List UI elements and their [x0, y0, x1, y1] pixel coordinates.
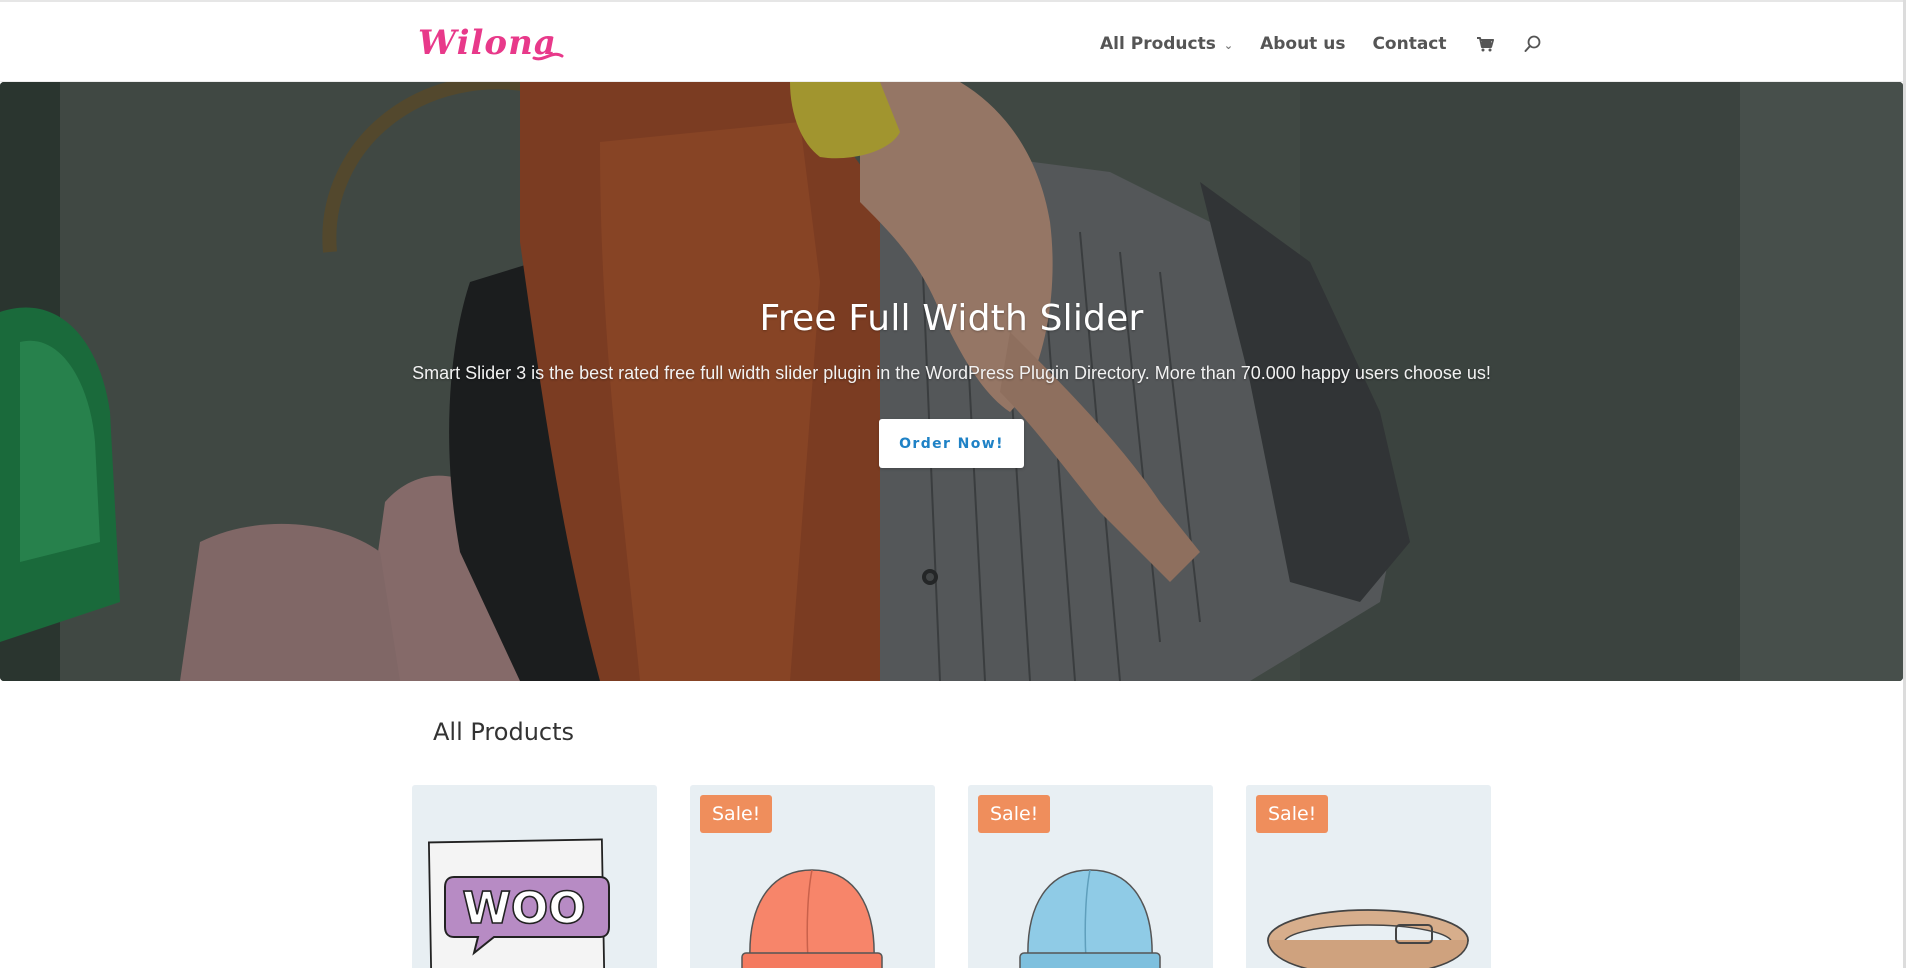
product-card-woo[interactable]: WOO — [412, 785, 657, 968]
hero-title: Free Full Width Slider — [759, 298, 1144, 339]
hero-slider[interactable]: Free Full Width Slider Smart Slider 3 is… — [0, 82, 1903, 681]
nav-item-all-products[interactable]: All Products ⌄ — [1100, 34, 1233, 54]
sale-badge: Sale! — [1256, 795, 1329, 833]
product-card-blue-beanie[interactable]: Sale! — [968, 785, 1213, 968]
search-icon[interactable] — [1522, 33, 1544, 55]
site-header: Wilona All Products ⌄ About us Contact — [0, 2, 1906, 82]
cart-icon[interactable] — [1474, 33, 1496, 55]
page: Wilona All Products ⌄ About us Contact F… — [0, 0, 1906, 968]
nav-item-label: Contact — [1372, 34, 1447, 54]
nav-item-label: About us — [1260, 34, 1346, 54]
nav-item-about-us[interactable]: About us — [1260, 34, 1345, 54]
product-card-leather-belt[interactable]: Sale! — [1246, 785, 1491, 968]
sale-badge: Sale! — [700, 795, 773, 833]
logo-text: Wilona — [418, 23, 557, 63]
order-now-button[interactable]: Order Now! — [879, 419, 1024, 468]
nav-item-label: All Products — [1100, 34, 1216, 54]
logo-wordmark: Wilona — [418, 23, 564, 63]
product-card-orange-beanie[interactable]: Sale! — [690, 785, 935, 968]
sale-badge: Sale! — [978, 795, 1051, 833]
product-image-woo-poster: WOO — [427, 838, 610, 968]
products-section-title: All Products — [433, 718, 575, 746]
woo-text: WOO — [462, 883, 585, 934]
main-nav: All Products ⌄ About us Contact — [1100, 30, 1570, 58]
hero-subtitle: Smart Slider 3 is the best rated free fu… — [412, 363, 1491, 383]
chevron-down-icon: ⌄ — [1223, 38, 1234, 52]
nav-item-contact[interactable]: Contact — [1372, 34, 1446, 54]
